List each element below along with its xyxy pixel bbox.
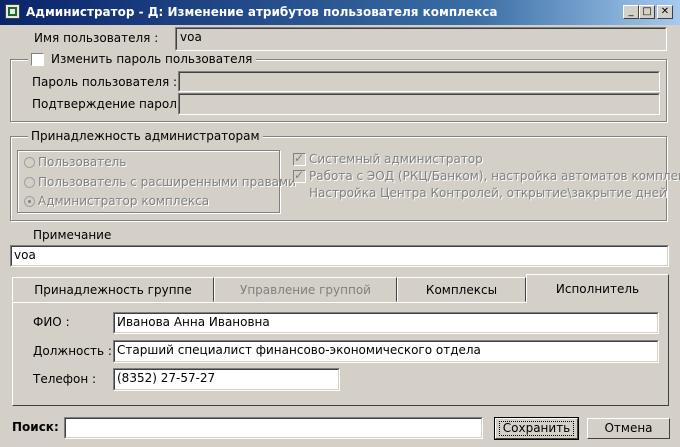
maximize-button[interactable]: □ <box>639 5 655 19</box>
user-name-field: voa <box>175 27 667 51</box>
sysadmin-label: Системный администратор <box>309 152 483 166</box>
position-value: Старший специалист финансово-экономическ… <box>117 343 481 357</box>
note-value: voa <box>14 248 36 262</box>
phone-label: Телефон : <box>33 372 97 386</box>
fio-value: Иванова Анна Ивановна <box>117 315 270 329</box>
radio-complex-admin <box>24 196 35 207</box>
confirm-password-label: Подтверждение пароля : <box>32 97 192 111</box>
sysadmin-checkbox <box>293 151 306 166</box>
cancel-button-label: Отмена <box>604 421 653 435</box>
tab-complexes[interactable]: Комплексы <box>397 277 526 302</box>
tab-executor[interactable]: Исполнитель <box>526 274 669 303</box>
title-bar: Администратор - Д: Изменение атрибутов п… <box>0 0 680 25</box>
password-group-legend: Изменить пароль пользователя <box>28 52 257 68</box>
window-title: Администратор - Д: Изменение атрибутов п… <box>26 5 498 19</box>
password-field <box>178 71 660 92</box>
phone-input[interactable]: (8352) 27-57-27 <box>113 368 340 391</box>
radio-extended-user-label: Пользователь с расширенными правами <box>38 175 296 189</box>
radio-complex-admin-label: Администратор комплекса <box>38 194 210 208</box>
fio-label: ФИО : <box>33 315 70 329</box>
save-button[interactable]: Сохранить <box>494 417 579 440</box>
control-center-text: Настройка Центра Контролей, открытие\зак… <box>309 186 667 200</box>
note-input[interactable]: voa <box>10 245 669 267</box>
eod-checkbox <box>293 168 306 183</box>
search-input[interactable] <box>64 417 483 439</box>
password-label: Пароль пользователя : <box>32 75 178 89</box>
close-button[interactable]: ✕ <box>657 5 673 19</box>
eod-label: Работа с ЭОД (РКЦ/Банком), настройка авт… <box>309 169 680 183</box>
app-icon <box>5 4 20 19</box>
user-name-value: voa <box>180 30 202 44</box>
admin-group-legend: Принадлежность администраторам <box>28 129 263 143</box>
change-password-label[interactable]: Изменить пароль пользователя <box>51 52 252 66</box>
cancel-button[interactable]: Отмена <box>587 418 670 439</box>
radio-extended-user <box>24 177 35 188</box>
radio-user-label: Пользователь <box>38 155 127 169</box>
tab-group-membership[interactable]: Принадлежность группе <box>12 277 214 302</box>
confirm-password-field <box>178 93 660 115</box>
search-label: Поиск: <box>12 420 59 434</box>
change-password-checkbox[interactable] <box>31 53 44 66</box>
user-name-label: Имя пользователя : <box>34 31 159 45</box>
radio-user <box>24 157 35 168</box>
phone-value: (8352) 27-57-27 <box>117 371 216 385</box>
position-input[interactable]: Старший специалист финансово-экономическ… <box>113 340 659 363</box>
note-label: Примечание <box>33 228 112 242</box>
tab-group-management: Управление группой <box>214 277 397 302</box>
minimize-button[interactable]: _ <box>623 5 639 19</box>
position-label: Должность : <box>33 344 112 358</box>
fio-input[interactable]: Иванова Анна Ивановна <box>113 312 659 334</box>
